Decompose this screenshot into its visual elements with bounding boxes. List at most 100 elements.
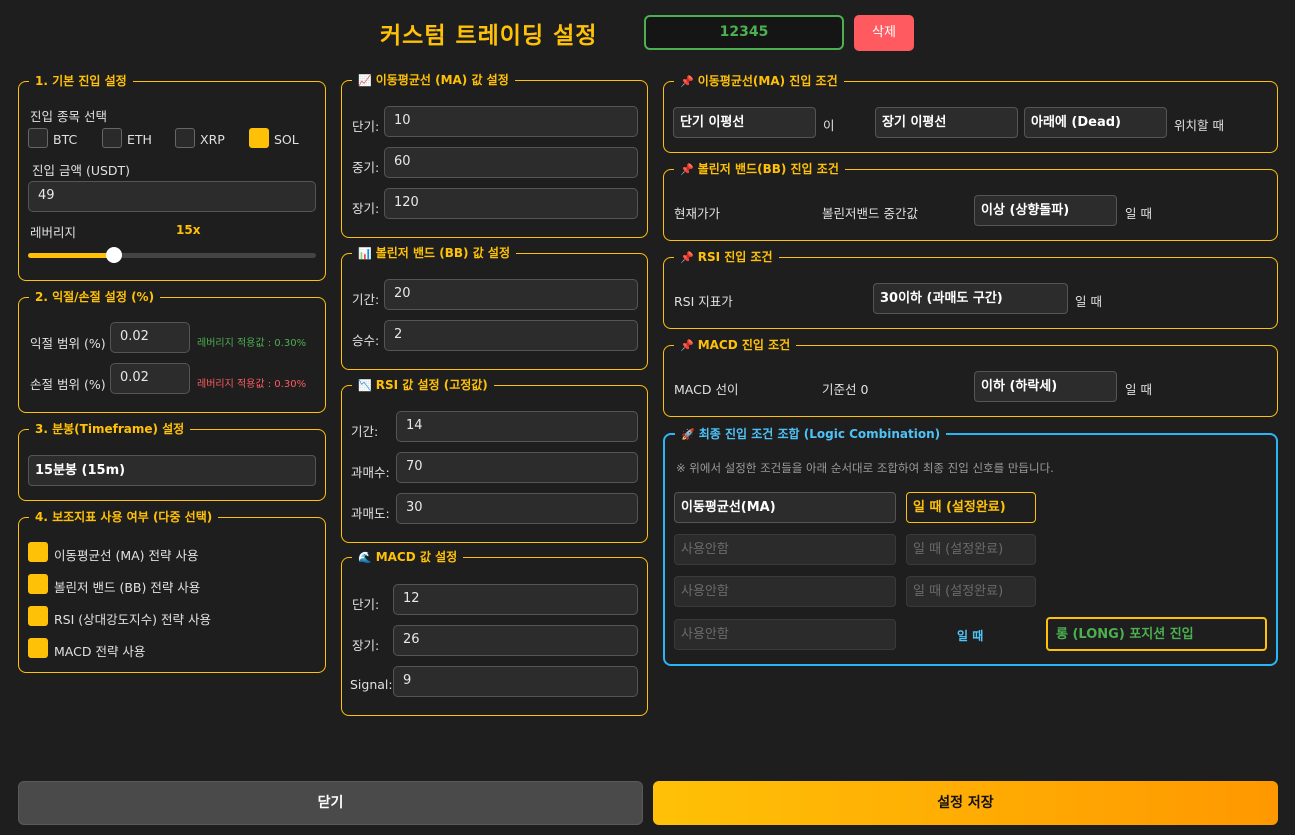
bb-cond-direction-select[interactable]: 이상 (상향돌파) bbox=[974, 195, 1117, 226]
logic-row3-select[interactable]: 사용안함 bbox=[674, 576, 896, 607]
rsi-settings-legend: 📉 RSI 값 설정 (고정값) bbox=[352, 377, 494, 394]
rsi-oversold-label: 과매도: bbox=[351, 506, 390, 521]
coin-select-label: 진입 종목 선택 bbox=[30, 109, 107, 124]
amount-label: 진입 금액 (USDT) bbox=[32, 163, 131, 178]
timeframe-legend: 3. 분봉(Timeframe) 설정 bbox=[29, 421, 191, 437]
rsi-period-input[interactable]: 14 bbox=[396, 411, 638, 442]
logic-row1-operator[interactable]: 일 때 (설정완료) bbox=[906, 492, 1036, 523]
indicator-label-ma: 이동평균선 (MA) 전략 사용 bbox=[54, 548, 199, 563]
ma-cond-line-b-select[interactable]: 장기 이평선 bbox=[875, 107, 1018, 138]
delete-button[interactable]: 삭제 bbox=[854, 15, 914, 51]
logic-row4-when: 일 때 bbox=[957, 629, 984, 643]
indicator-label-bb: 볼린저 밴드 (BB) 전략 사용 bbox=[54, 580, 201, 595]
bb-mult-input[interactable]: 2 bbox=[384, 320, 638, 351]
ma-settings-legend: 📈 이동평균선 (MA) 값 설정 bbox=[352, 72, 515, 89]
bb-mult-label: 승수: bbox=[352, 333, 380, 348]
logic-row1-select[interactable]: 이동평균선(MA) bbox=[674, 492, 896, 523]
rsi-condition-legend: 📌 RSI 진입 조건 bbox=[674, 249, 779, 266]
coin-label-eth: ETH bbox=[127, 132, 152, 147]
ma-mid-label: 중기: bbox=[352, 160, 380, 175]
rocket-icon: 🚀 bbox=[681, 428, 695, 441]
leverage-value: 15x bbox=[176, 223, 201, 237]
ma-long-input[interactable]: 120 bbox=[384, 188, 638, 219]
logic-row4-select[interactable]: 사용안함 bbox=[674, 619, 896, 650]
rsi-overbought-input[interactable]: 70 bbox=[396, 452, 638, 483]
save-settings-button[interactable]: 설정 저장 bbox=[653, 781, 1278, 825]
coin-checkbox-xrp[interactable] bbox=[175, 128, 195, 148]
tpsl-panel: 2. 익절/손절 설정 (%) bbox=[18, 289, 326, 413]
indicator-checkbox-ma[interactable] bbox=[28, 542, 48, 562]
strategy-id-input[interactable]: 12345 bbox=[644, 15, 844, 50]
ma-short-input[interactable]: 10 bbox=[384, 106, 638, 137]
macd-short-label: 단기: bbox=[352, 597, 380, 612]
timeframe-select[interactable]: 15분봉 (15m) bbox=[28, 455, 316, 486]
bb-condition-legend: 📌 볼린저 밴드(BB) 진입 조건 bbox=[674, 161, 845, 178]
coin-checkbox-btc[interactable] bbox=[28, 128, 48, 148]
bb-settings-legend: 📊 볼린저 밴드 (BB) 값 설정 bbox=[352, 245, 516, 262]
macd-condition-panel: 📌 MACD 진입 조건 bbox=[663, 337, 1278, 417]
bb-period-label: 기간: bbox=[352, 292, 380, 307]
coin-checkbox-sol[interactable] bbox=[249, 128, 269, 148]
ma-cond-line-a-select[interactable]: 단기 이평선 bbox=[673, 107, 816, 138]
sl-input[interactable]: 0.02 bbox=[110, 363, 190, 394]
bb-cond-subject: 현재가가 bbox=[674, 206, 721, 221]
ma-condition-legend-text: 이동평균선(MA) 진입 조건 bbox=[697, 74, 838, 88]
macd-cond-reference: 기준선 0 bbox=[822, 382, 869, 397]
rsi-cond-range-select[interactable]: 30이하 (과매도 구간) bbox=[873, 283, 1068, 314]
page-title: 커스텀 트레이딩 설정 bbox=[380, 23, 598, 49]
macd-long-input[interactable]: 26 bbox=[393, 625, 638, 656]
pin-icon: 📌 bbox=[680, 163, 694, 176]
indicator-checkbox-bb[interactable] bbox=[28, 574, 48, 594]
indicator-label-macd: MACD 전략 사용 bbox=[54, 644, 146, 659]
bb-condition-legend-text: 볼린저 밴드(BB) 진입 조건 bbox=[697, 162, 839, 176]
coin-label-sol: SOL bbox=[274, 132, 299, 147]
rsi-cond-subject: RSI 지표가 bbox=[674, 294, 733, 309]
logic-row3-operator[interactable]: 일 때 (설정완료) bbox=[906, 576, 1036, 607]
coin-checkbox-eth[interactable] bbox=[102, 128, 122, 148]
indicators-legend: 4. 보조지표 사용 여부 (다중 선택) bbox=[29, 509, 219, 525]
pin-icon: 📌 bbox=[680, 75, 694, 88]
coin-label-btc: BTC bbox=[53, 132, 78, 147]
indicator-checkbox-macd[interactable] bbox=[28, 638, 48, 658]
bb-period-input[interactable]: 20 bbox=[384, 279, 638, 310]
ma-settings-legend-text: 이동평균선 (MA) 값 설정 bbox=[375, 73, 509, 87]
position-select[interactable]: 롱 (LONG) 포지션 진입 bbox=[1046, 617, 1267, 651]
pin-icon: 📌 bbox=[680, 339, 694, 352]
tpsl-legend: 2. 익절/손절 설정 (%) bbox=[29, 289, 161, 305]
rsi-settings-legend-text: RSI 값 설정 (고정값) bbox=[375, 378, 488, 392]
logic-note: ※ 위에서 설정한 조건들을 아래 순서대로 조합하여 최종 진입 신호를 만듭… bbox=[676, 461, 1054, 475]
tp-label: 익절 범위 (%) bbox=[30, 336, 106, 351]
macd-condition-legend-text: MACD 진입 조건 bbox=[697, 338, 791, 352]
bb-settings-panel: 📊 볼린저 밴드 (BB) 값 설정 bbox=[341, 245, 648, 370]
bb-cond-reference: 볼린저밴드 중간값 bbox=[822, 206, 918, 221]
ma-mid-input[interactable]: 60 bbox=[384, 147, 638, 178]
macd-long-label: 장기: bbox=[352, 638, 380, 653]
chart-down-icon: 📉 bbox=[358, 379, 372, 392]
macd-short-input[interactable]: 12 bbox=[393, 584, 638, 615]
leverage-slider[interactable] bbox=[28, 247, 316, 263]
rsi-oversold-input[interactable]: 30 bbox=[396, 493, 638, 524]
indicator-checkbox-rsi[interactable] bbox=[28, 606, 48, 626]
rsi-overbought-label: 과매수: bbox=[351, 465, 390, 480]
logic-combination-legend: 🚀 최종 진입 조건 조합 (Logic Combination) bbox=[675, 426, 947, 443]
logic-row2-operator[interactable]: 일 때 (설정완료) bbox=[906, 534, 1036, 565]
macd-cond-direction-select[interactable]: 이하 (하락세) bbox=[974, 371, 1117, 402]
macd-cond-subject: MACD 선이 bbox=[674, 382, 739, 397]
ma-condition-legend: 📌 이동평균선(MA) 진입 조건 bbox=[674, 73, 844, 90]
bb-settings-legend-text: 볼린저 밴드 (BB) 값 설정 bbox=[375, 246, 510, 260]
macd-signal-input[interactable]: 9 bbox=[393, 666, 638, 697]
amount-input[interactable]: 49 bbox=[28, 181, 316, 212]
ma-cond-direction-select[interactable]: 아래에 (Dead) bbox=[1024, 107, 1167, 138]
rsi-cond-tail: 일 때 bbox=[1075, 294, 1102, 309]
logic-row2-select[interactable]: 사용안함 bbox=[674, 534, 896, 565]
tp-note: 레버리지 적용값 : 0.30% bbox=[197, 338, 307, 349]
close-button[interactable]: 닫기 bbox=[18, 781, 643, 825]
leverage-slider-fill bbox=[28, 253, 115, 258]
sl-label: 손절 범위 (%) bbox=[30, 377, 106, 392]
rsi-period-label: 기간: bbox=[351, 424, 379, 439]
tp-input[interactable]: 0.02 bbox=[110, 322, 190, 353]
bb-condition-panel: 📌 볼린저 밴드(BB) 진입 조건 bbox=[663, 161, 1278, 241]
coin-label-xrp: XRP bbox=[200, 132, 225, 147]
bb-cond-tail: 일 때 bbox=[1125, 206, 1152, 221]
ma-cond-connector: 이 bbox=[823, 118, 835, 133]
